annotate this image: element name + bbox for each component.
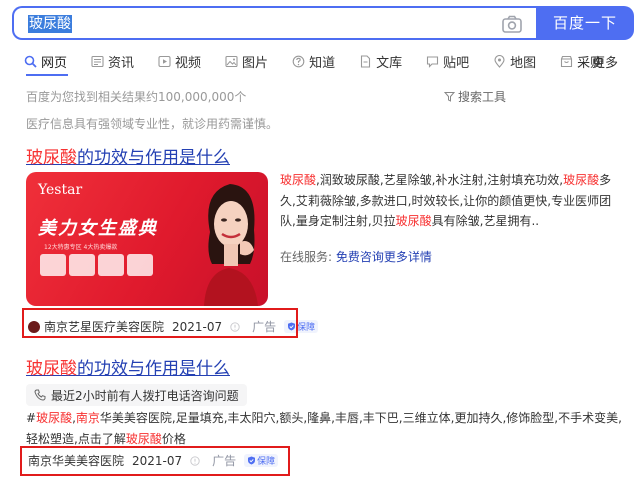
free-consult-link[interactable]: 免费咨询更多详情 — [336, 250, 432, 264]
ad-image[interactable]: Yestar 美力女生盛典 12大特惠专区 4大热卖爆款 — [26, 172, 268, 306]
title-text: 的功效与作用是什么 — [77, 359, 230, 379]
result-title-2[interactable]: 玻尿酸的功效与作用是什么 — [26, 354, 230, 379]
ad-brand-logo: Yestar — [38, 182, 83, 198]
annotation-box-1 — [22, 308, 298, 338]
result-count: 百度为您找到相关结果约100,000,000个 — [26, 90, 247, 104]
search-tabs: 网页 资讯 视频 图片 知道 文库 贴吧 地图 采购 — [24, 50, 627, 72]
tab-tieba[interactable]: 贴吧 — [426, 52, 469, 71]
ad-product-cards — [40, 254, 156, 276]
tab-label: 图片 — [242, 55, 269, 71]
search-button[interactable]: 百度一下 — [536, 6, 634, 40]
active-tab-indicator — [26, 74, 68, 76]
search-input[interactable]: 玻尿酸 — [12, 6, 538, 40]
desc-text: # — [26, 411, 37, 425]
tab-label: 地图 — [510, 55, 537, 71]
doc-icon — [361, 54, 371, 68]
tab-images[interactable]: 图片 — [225, 52, 268, 71]
funnel-icon — [444, 92, 455, 102]
call-notice[interactable]: 最近2小时前有人拨打电话咨询问题 — [26, 384, 247, 406]
tab-wenku[interactable]: 文库 — [359, 52, 402, 71]
keyword-highlight: 玻尿酸 — [36, 411, 73, 425]
ad-product-card — [40, 254, 66, 276]
desc-text: 具有除皱,艺星拥有.. — [431, 214, 540, 228]
video-icon — [158, 55, 171, 67]
title-highlight: 玻尿酸 — [26, 148, 77, 168]
desc-text: 华美美容医院,足量填充,丰太阳穴,额头,隆鼻,丰唇,丰下巴,三维立体,更加持久,… — [26, 411, 622, 446]
medical-notice: 医疗信息具有强领域专业性，就诊用药需谨慎。 — [26, 117, 279, 131]
keyword-highlight: 玻尿酸 — [125, 431, 162, 446]
title-text: 的功效与作用是什么 — [77, 148, 230, 168]
image-icon — [225, 55, 238, 67]
tieba-icon — [427, 55, 439, 68]
tab-zhidao[interactable]: 知道 — [292, 52, 335, 71]
online-service: 在线服务: 免费咨询更多详情 — [280, 248, 432, 265]
desc-text: 价格 — [161, 431, 186, 446]
ad-subline: 12大特惠专区 4大热卖爆款 — [44, 244, 118, 251]
badge-label: 保障 — [297, 323, 316, 333]
ad-product-card — [69, 254, 95, 276]
ad-product-card — [127, 254, 153, 276]
search-tools-label: 搜索工具 — [458, 90, 507, 104]
tab-label: 知道 — [309, 55, 336, 71]
ad-headline: 美力女生盛典 — [38, 218, 158, 239]
search-query-text: 玻尿酸 — [28, 15, 72, 33]
map-pin-icon — [494, 54, 505, 68]
tab-more[interactable]: 更多 — [592, 52, 618, 71]
keyword-highlight: 南京 — [75, 411, 100, 425]
tab-label: 贴吧 — [443, 55, 470, 71]
tab-label: 视频 — [175, 55, 202, 71]
result-description-1: 玻尿酸,润致玻尿酸,艺星除皱,补水注射,注射填充功效,玻尿酸多久,艾莉薇除皱,多… — [280, 170, 620, 232]
keyword-highlight: 玻尿酸 — [280, 173, 317, 187]
search-icon — [24, 55, 37, 68]
news-icon — [91, 55, 104, 67]
search-tools-button[interactable]: 搜索工具 — [444, 88, 506, 105]
annotation-box-2 — [20, 446, 290, 476]
keyword-highlight: 玻尿酸 — [563, 173, 600, 187]
call-notice-text: 最近2小时前有人拨打电话咨询问题 — [51, 388, 239, 403]
keyword-highlight: 玻尿酸 — [395, 214, 432, 228]
tab-video[interactable]: 视频 — [158, 52, 201, 71]
result-description-2: #玻尿酸,南京华美美容医院,足量填充,丰太阳穴,额头,隆鼻,丰唇,丰下巴,三维立… — [26, 408, 626, 449]
title-highlight: 玻尿酸 — [26, 359, 77, 379]
search-bar: 玻尿酸 百度一下 — [12, 6, 634, 40]
tab-label: 网页 — [41, 55, 68, 71]
tab-label: 资讯 — [108, 55, 135, 71]
ad-product-card — [98, 254, 124, 276]
phone-icon — [34, 389, 46, 401]
service-label: 在线服务: — [280, 250, 333, 264]
tab-web[interactable]: 网页 — [24, 52, 67, 71]
result-title-1[interactable]: 玻尿酸的功效与作用是什么 — [26, 143, 230, 168]
camera-icon[interactable] — [501, 14, 523, 34]
tab-map[interactable]: 地图 — [493, 52, 536, 71]
model-portrait — [204, 184, 258, 306]
question-icon — [292, 55, 305, 67]
tab-news[interactable]: 资讯 — [91, 52, 134, 71]
desc-text: ,润致玻尿酸,艺星除皱,补水注射,注射填充功效, — [316, 173, 564, 187]
shop-icon — [561, 55, 573, 67]
tab-label: 文库 — [376, 55, 403, 71]
